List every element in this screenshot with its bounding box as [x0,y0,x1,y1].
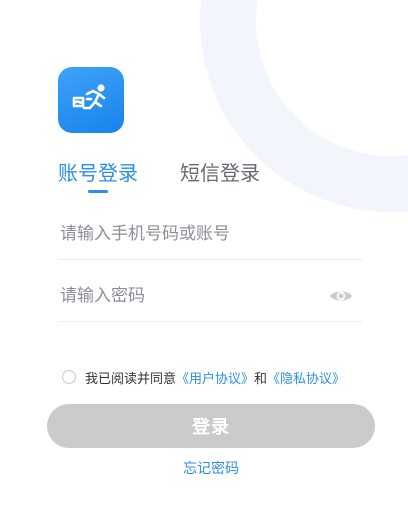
agreement-checkbox[interactable] [62,370,76,384]
password-input[interactable] [60,283,315,309]
login-screen: 账号登录 短信登录 我已阅读并同意 《用户协议》 和 《隐私协议》 登录 忘记密… [0,0,408,527]
app-logo [58,67,124,133]
agreement-and-text: 和 [254,371,268,387]
agreement-text: 我已阅读并同意 [85,371,177,387]
password-field [58,271,362,322]
forgot-password-link[interactable]: 忘记密码 [183,461,239,477]
user-agreement-link[interactable]: 《用户协议》 [176,368,254,387]
forgot-password-row: 忘记密码 [0,458,408,478]
privacy-policy-link[interactable]: 《隐私协议》 [267,368,345,387]
show-password-toggle[interactable] [328,285,354,307]
tab-sms-login[interactable]: 短信登录 [180,158,260,188]
account-field [58,209,362,260]
login-button[interactable]: 登录 [47,404,375,448]
tab-password-login[interactable]: 账号登录 [58,158,138,188]
account-input[interactable] [60,221,315,247]
active-tab-indicator [88,190,108,193]
eye-icon [330,291,352,301]
delivery-runner-icon [72,84,106,110]
agreement-row: 我已阅读并同意 《用户协议》 和 《隐私协议》 [62,367,345,387]
